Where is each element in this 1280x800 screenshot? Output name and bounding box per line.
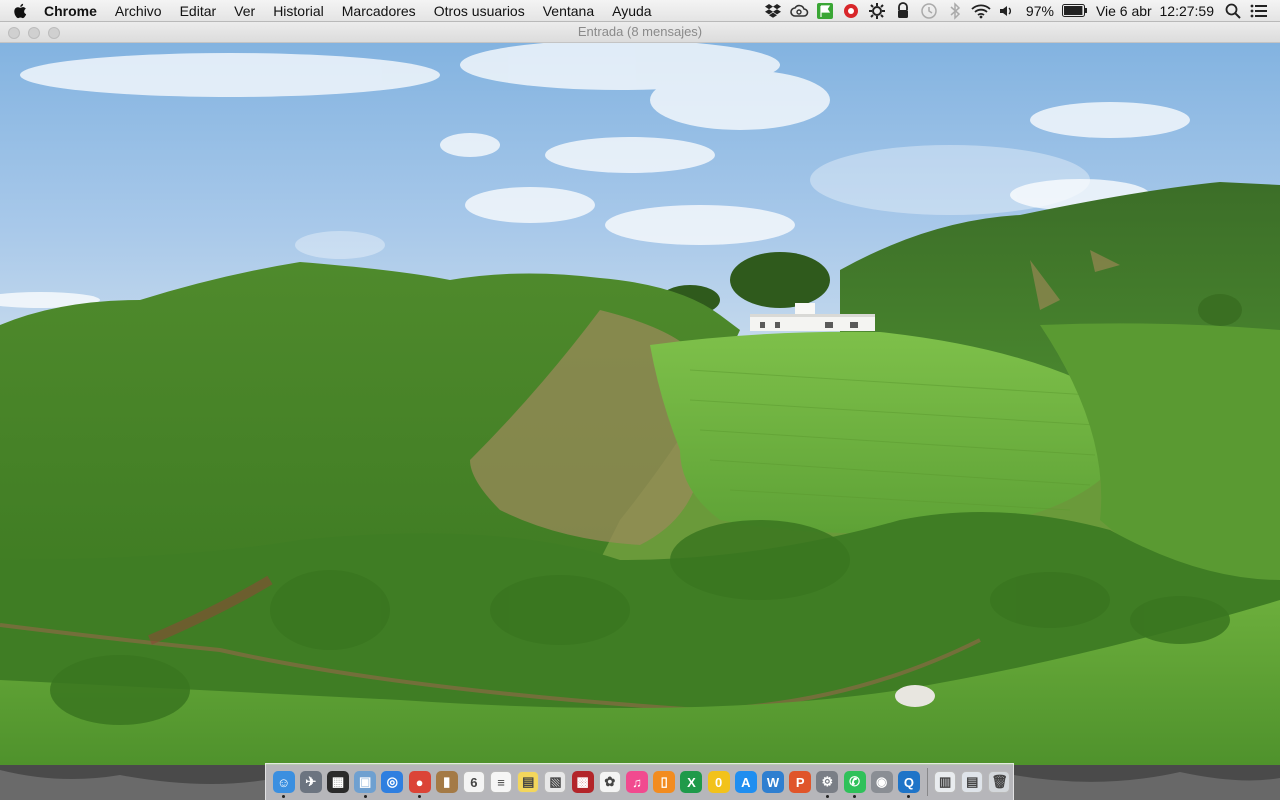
dock-item-downloads-stack[interactable]: ▤ [959, 765, 986, 799]
flag-icon[interactable] [812, 0, 838, 22]
dock-item-excel[interactable]: X [678, 765, 705, 799]
disk-utility-icon: ◉ [870, 771, 893, 793]
dock-item-powerpoint[interactable]: P [787, 765, 814, 799]
document-icon: ▥ [934, 771, 957, 793]
photo-booth-icon: ▩ [571, 771, 594, 793]
running-indicator [418, 795, 422, 798]
whatsapp-icon: ✆ [843, 771, 866, 793]
menu-historial[interactable]: Historial [264, 0, 333, 22]
dock-item-disk-utility[interactable]: ◉ [868, 765, 895, 799]
wifi-icon[interactable] [968, 0, 994, 22]
running-indicator [907, 795, 911, 798]
notefile-icon: ▮ [435, 771, 458, 793]
dock-item-preview[interactable]: ▣ [352, 765, 379, 799]
menu-ver[interactable]: Ver [225, 0, 264, 22]
menu-archivo[interactable]: Archivo [106, 0, 171, 22]
battery-percent[interactable]: 97% [1020, 0, 1060, 22]
clock[interactable]: Vie 6 abr 12:27:59 [1090, 0, 1220, 22]
menu-otros-usuarios[interactable]: Otros usuarios [425, 0, 534, 22]
dock-item-safari[interactable]: ◎ [379, 765, 406, 799]
dock-item-system-preferences[interactable]: ⚙ [814, 765, 841, 799]
notes-icon: ▤ [517, 771, 540, 793]
excel-icon: X [680, 771, 703, 793]
dock-item-whatsapp[interactable]: ✆ [841, 765, 868, 799]
menu-ayuda[interactable]: Ayuda [603, 0, 660, 22]
trash-icon: 🗑 [988, 771, 1011, 793]
menu-marcadores[interactable]: Marcadores [333, 0, 425, 22]
chrome-icon: ● [408, 771, 431, 793]
spotlight-search-icon[interactable] [1220, 0, 1246, 22]
menu-ventana[interactable]: Ventana [534, 0, 603, 22]
dock-item-document-file[interactable]: ▥ [932, 765, 959, 799]
safari-icon: ◎ [381, 771, 404, 793]
running-indicator [853, 795, 857, 798]
preview-icon: ▣ [354, 771, 377, 793]
dock-item-quicktime[interactable]: Q [895, 765, 922, 799]
dock-item-itunes[interactable]: ♫ [623, 765, 650, 799]
running-indicator [363, 795, 367, 798]
itunes-icon: ♫ [626, 771, 649, 793]
word-icon: W [761, 771, 784, 793]
dock-item-notefile[interactable]: ▮ [433, 765, 460, 799]
downloads-stack-icon: ▤ [961, 771, 984, 793]
dock-item-chrome[interactable]: ● [406, 765, 433, 799]
dock-item-word[interactable]: W [759, 765, 786, 799]
battery-icon[interactable] [1060, 0, 1090, 22]
dock-item-app-store[interactable]: A [732, 765, 759, 799]
photos-icon: ✿ [598, 771, 621, 793]
dock-item-finder[interactable]: ☺ [270, 765, 297, 799]
app-store-icon: A [734, 771, 757, 793]
window-title: Entrada (8 mensajes) [577, 24, 703, 39]
mission-control-icon: ▦ [326, 771, 349, 793]
launchpad-icon: ✈ [299, 771, 322, 793]
status-area: 97% Vie 6 abr 12:27:59 [760, 0, 1280, 22]
running-indicator [282, 795, 286, 798]
finder-icon: ☺ [272, 771, 295, 793]
dock-item-launchpad[interactable]: ✈ [297, 765, 324, 799]
dock-item-notes[interactable]: ▤ [515, 765, 542, 799]
photo-browser-icon: ▧ [544, 771, 567, 793]
bluetooth-icon[interactable] [942, 0, 968, 22]
notification-center-icon[interactable] [1246, 0, 1272, 22]
rescue-icon[interactable] [838, 0, 864, 22]
menu-editar[interactable]: Editar [171, 0, 226, 22]
window-titlebar: Entrada (8 mensajes) [0, 22, 1280, 43]
menu-bar: Chrome Archivo Editar Ver Historial Marc… [0, 0, 1280, 22]
calendar-icon: 6 [462, 771, 485, 793]
apple-logo-icon[interactable] [0, 0, 40, 22]
dock-item-photo-booth[interactable]: ▩ [569, 765, 596, 799]
system-preferences-icon: ⚙ [816, 771, 839, 793]
dock-item-mission-control[interactable]: ▦ [324, 765, 351, 799]
quicktime-icon: Q [897, 771, 920, 793]
running-indicator [825, 795, 829, 798]
creative-cloud-icon[interactable] [786, 0, 812, 22]
reminders-icon: ≡ [490, 771, 513, 793]
dock-item-ibooks[interactable]: ▯ [651, 765, 678, 799]
zero-app-icon: 0 [707, 771, 730, 793]
dropbox-icon[interactable] [760, 0, 786, 22]
dock-item-trash[interactable]: 🗑 [986, 765, 1013, 799]
dock-item-sticky-zero[interactable]: 0 [705, 765, 732, 799]
gear-bug-icon[interactable] [864, 0, 890, 22]
volume-icon[interactable] [994, 0, 1020, 22]
dock-item-calendar[interactable]: 6 [460, 765, 487, 799]
ibooks-icon: ▯ [653, 771, 676, 793]
dock-item-photo-browser[interactable]: ▧ [542, 765, 569, 799]
time-machine-icon[interactable] [916, 0, 942, 22]
menu-app-name[interactable]: Chrome [40, 0, 106, 22]
vpn-lock-icon[interactable] [890, 0, 916, 22]
dock-separator [926, 768, 928, 796]
desktop-wallpaper [0, 0, 1280, 800]
dock: ☺ ✈ ▦ ▣ ◎ ● ▮ 6 ≡ ▤ ▧ ▩ ✿ ♫ ▯ X 0 A W P ⚙ ✆ ◉ Q ▥ ▤ 🗑 [265, 763, 1014, 800]
powerpoint-icon: P [789, 771, 812, 793]
dock-item-reminders[interactable]: ≡ [488, 765, 515, 799]
dock-item-photos[interactable]: ✿ [596, 765, 623, 799]
